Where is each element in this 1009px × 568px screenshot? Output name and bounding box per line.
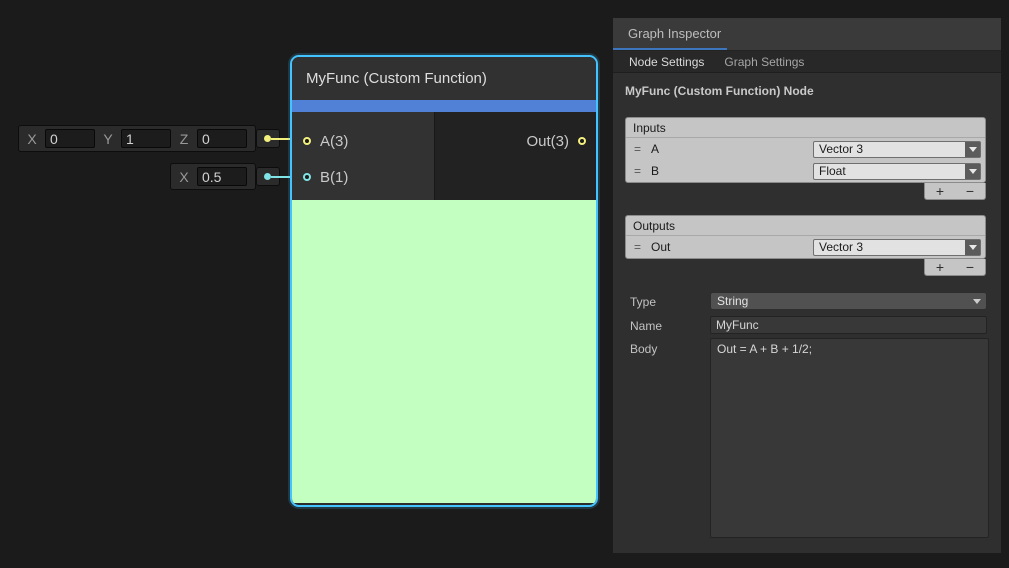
inputs-list: Inputs = A Vector 3 = B Float — [625, 117, 986, 183]
outputs-list-title: Outputs — [626, 216, 985, 236]
port-b-connector-icon[interactable] — [303, 173, 311, 181]
name-label: Name — [630, 319, 662, 333]
add-output-button[interactable]: + — [927, 260, 953, 275]
inspector-title-underline — [613, 48, 727, 50]
name-field[interactable] — [710, 316, 987, 334]
x-drag-label[interactable]: X — [27, 131, 37, 147]
port-out-row: Out(3) — [526, 129, 586, 153]
dropdown-value: Vector 3 — [819, 142, 863, 156]
inputs-list-footer: + − — [924, 183, 986, 200]
port-out-connector-icon[interactable] — [578, 137, 586, 145]
outputs-row-out[interactable]: = Out Vector 3 — [626, 236, 985, 258]
port-b-label: B(1) — [320, 169, 348, 186]
port-a-connector-icon[interactable] — [303, 137, 311, 145]
node-output-port-area: Out(3) — [435, 112, 596, 200]
dropdown-value: Vector 3 — [819, 240, 863, 254]
inputs-list-title: Inputs — [626, 118, 985, 138]
body-textarea[interactable]: Out = A + B + 1/2; — [710, 338, 989, 538]
dropdown-value: String — [717, 294, 748, 308]
y-value-field[interactable] — [121, 129, 171, 148]
output-name: Out — [651, 240, 670, 254]
outputs-list: Outputs = Out Vector 3 — [625, 215, 986, 259]
float-input-widget: X — [170, 163, 256, 190]
type-dropdown[interactable]: String — [710, 292, 987, 310]
remove-output-button[interactable]: − — [957, 260, 983, 275]
x-value-field[interactable] — [45, 129, 95, 148]
tab-node-settings[interactable]: Node Settings — [619, 51, 714, 73]
port-a-row: A(3) — [303, 129, 348, 153]
y-drag-label[interactable]: Y — [103, 131, 113, 147]
inspector-title: Graph Inspector — [628, 26, 721, 41]
type-label: Type — [630, 295, 656, 309]
outputs-list-footer: + − — [924, 259, 986, 276]
inspector-title-bar[interactable]: Graph Inspector — [613, 18, 1001, 51]
chevron-down-icon — [965, 142, 980, 157]
z-value-field[interactable] — [197, 129, 247, 148]
node-settings-heading: MyFunc (Custom Function) Node — [625, 84, 1001, 98]
input-b-type-dropdown[interactable]: Float — [813, 163, 981, 180]
drag-handle-icon[interactable]: = — [629, 164, 645, 178]
graph-inspector-panel: Graph Inspector Node Settings Graph Sett… — [613, 18, 1001, 553]
node-title: MyFunc (Custom Function) — [306, 70, 487, 87]
wire-dot-icon — [264, 135, 271, 142]
wire-dot-icon — [264, 173, 271, 180]
float-value-field[interactable] — [197, 167, 247, 186]
chevron-down-icon — [973, 299, 981, 304]
dropdown-value: Float — [819, 164, 846, 178]
body-label: Body — [630, 342, 657, 356]
custom-function-node[interactable]: MyFunc (Custom Function) A(3) B(1) Out(3… — [290, 55, 598, 507]
port-b-row: B(1) — [303, 165, 348, 189]
chevron-down-icon — [965, 164, 980, 179]
drag-handle-icon[interactable]: = — [629, 240, 645, 254]
shader-graph-canvas[interactable]: X Y Z X MyFunc (Custom Function) A(3) — [0, 0, 1009, 568]
inspector-tab-bar: Node Settings Graph Settings — [613, 51, 1001, 73]
port-a-label: A(3) — [320, 133, 348, 150]
tab-graph-settings[interactable]: Graph Settings — [714, 51, 814, 73]
node-preview — [292, 200, 596, 503]
node-header[interactable]: MyFunc (Custom Function) — [292, 57, 596, 100]
output-type-dropdown[interactable]: Vector 3 — [813, 239, 981, 256]
node-input-port-area: A(3) B(1) — [292, 112, 435, 200]
input-name: A — [651, 142, 659, 156]
input-name: B — [651, 164, 659, 178]
inputs-row-a[interactable]: = A Vector 3 — [626, 138, 985, 160]
port-out-label: Out(3) — [526, 133, 569, 150]
add-input-button[interactable]: + — [927, 184, 953, 199]
x-drag-label[interactable]: X — [179, 169, 189, 185]
chevron-down-icon — [965, 240, 980, 255]
drag-handle-icon[interactable]: = — [629, 142, 645, 156]
inputs-row-b[interactable]: = B Float — [626, 160, 985, 182]
remove-input-button[interactable]: − — [957, 184, 983, 199]
input-a-type-dropdown[interactable]: Vector 3 — [813, 141, 981, 158]
z-drag-label[interactable]: Z — [179, 131, 189, 147]
vector3-input-widget: X Y Z — [18, 125, 256, 152]
node-accent-bar — [292, 100, 596, 112]
